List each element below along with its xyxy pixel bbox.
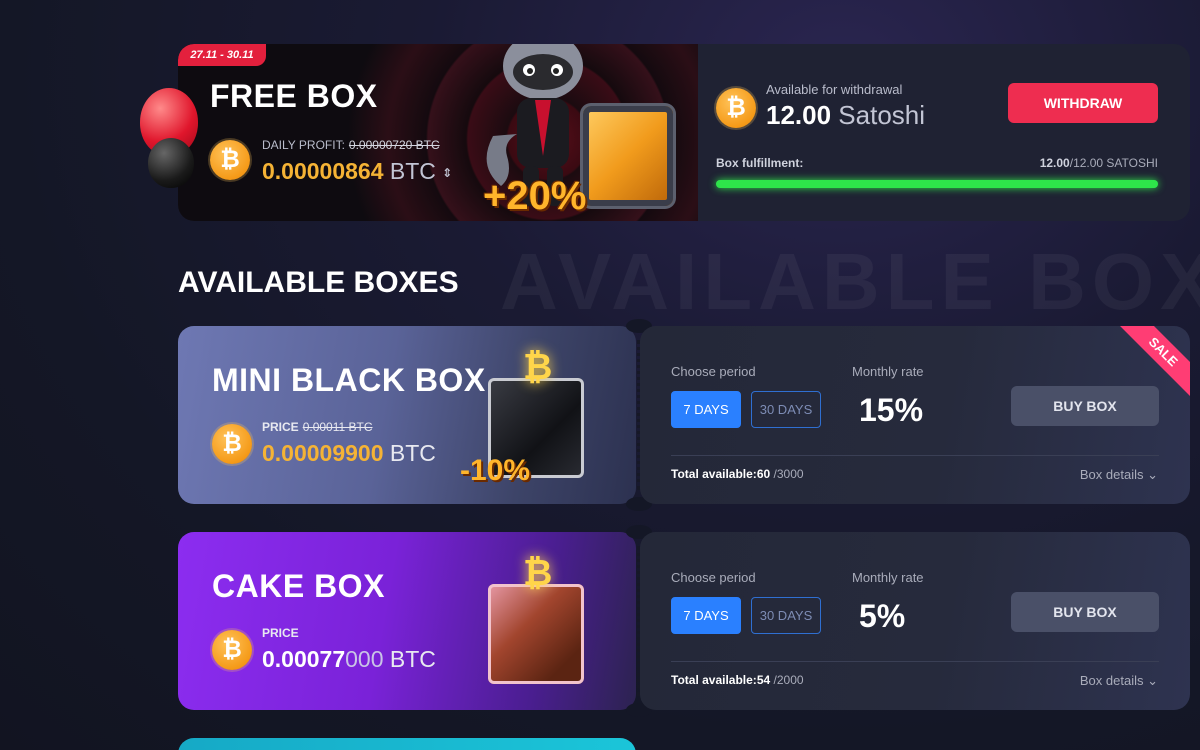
monthly-rate-label: Monthly rate: [852, 570, 924, 585]
total-available-label: Total available:: [671, 673, 757, 687]
box-info: MINI BLACK BOX ₿ PRICE 0.00011 BTC 0.0000…: [178, 326, 636, 504]
monthly-rate-label: Monthly rate: [852, 364, 924, 379]
fulfillment-value: 12.00/12.00 SATOSHI: [1040, 156, 1158, 170]
divider: [671, 661, 1159, 662]
sort-arrows-icon[interactable]: ⇕: [442, 166, 452, 180]
available-unit: Satoshi: [831, 100, 926, 130]
daily-profit-value: 0.00000864 BTC ⇕: [262, 158, 452, 185]
available-label: Available for withdrawal: [766, 82, 903, 97]
cake-gift-box-icon: [488, 584, 584, 684]
box-card-mini-black: MINI BLACK BOX ₿ PRICE 0.00011 BTC 0.0000…: [178, 319, 1190, 511]
price-value: 0.00077000 BTC: [262, 646, 436, 673]
price-label: PRICE: [262, 626, 299, 640]
monthly-rate-value: 15%: [859, 392, 924, 428]
fulfillment-current: 12.00: [1039, 156, 1070, 170]
price-amount: 0.00009900: [262, 440, 384, 466]
bitcoin-icon: ₿: [210, 140, 250, 180]
price-unit: BTC: [383, 440, 436, 466]
choose-period-label: Choose period: [671, 570, 756, 585]
section-watermark: AVAILABLE BOXES: [500, 237, 1200, 326]
price-amount: 0.00077: [262, 646, 346, 672]
bitcoin-glow-icon: ₿: [523, 346, 553, 387]
withdrawal-section: ₿ Available for withdrawal 12.00 Satoshi…: [716, 44, 1190, 221]
free-box-panel: 27.11 - 30.11 FREE BOX ₿ DAILY PROFIT: 0.…: [178, 44, 1190, 221]
price-label: PRICE 0.00011 BTC: [262, 420, 373, 434]
total-available-value: 54: [756, 673, 771, 687]
bitcoin-icon: ₿: [212, 424, 252, 464]
free-box-banner: 27.11 - 30.11 FREE BOX ₿ DAILY PROFIT: 0.…: [178, 44, 698, 221]
daily-profit-text: DAILY PROFIT:: [262, 138, 345, 152]
monthly-rate-value: 5%: [859, 598, 906, 634]
available-amount: 12.00 Satoshi: [766, 100, 925, 131]
period-30-days-button[interactable]: 30 DAYS: [751, 391, 821, 428]
black-balloon-icon: [148, 138, 194, 188]
buy-box-button[interactable]: BUY BOX: [1011, 386, 1159, 426]
treasure-box-icon: [583, 106, 673, 206]
period-30-days-button[interactable]: 30 DAYS: [751, 597, 821, 634]
divider: [671, 455, 1159, 456]
box-details-label: Box details: [1079, 467, 1144, 482]
box-name: MINI BLACK BOX: [212, 362, 486, 398]
price-old: 0.00011 BTC: [302, 420, 373, 434]
price-label-text: PRICE: [262, 420, 299, 434]
price-value: 0.00009900 BTC: [262, 440, 436, 467]
buy-box-button[interactable]: BUY BOX: [1011, 592, 1159, 632]
box-card-cake: CAKE BOX ₿ PRICE 0.00077000 BTC ₿ Choose…: [178, 525, 1190, 717]
price-label-text: PRICE: [262, 626, 299, 640]
total-available-value: 60: [756, 467, 771, 481]
fulfillment-progress-bar: [716, 180, 1158, 188]
box-purchase: Choose period 7 DAYS 30 DAYS Monthly rat…: [640, 532, 1190, 710]
total-available: Total available:60 /3000: [671, 467, 804, 481]
available-number: 12.00: [766, 100, 832, 130]
fulfillment-progress-fill: [716, 180, 1158, 188]
section-title: AVAILABLE BOXES: [178, 266, 459, 299]
price-amount-tail: 000: [345, 646, 384, 672]
bitcoin-icon: ₿: [716, 88, 756, 128]
choose-period-label: Choose period: [671, 364, 756, 379]
chevron-down-icon: ⌄: [1147, 673, 1158, 688]
box-details-label: Box details: [1079, 673, 1144, 688]
period-7-days-button[interactable]: 7 DAYS: [671, 391, 741, 428]
total-available: Total available:54 /2000: [671, 673, 804, 687]
bitcoin-glow-icon: ₿: [523, 552, 553, 593]
total-available-max: /2000: [770, 673, 804, 687]
box-details-link[interactable]: Box details ⌄: [1080, 673, 1158, 689]
box-card-next: [178, 738, 636, 750]
fulfillment-total: /12.00 SATOSHI: [1069, 156, 1158, 170]
fulfillment-label: Box fulfillment:: [716, 156, 804, 170]
bitcoin-icon: ₿: [212, 630, 252, 670]
box-info: CAKE BOX ₿ PRICE 0.00077000 BTC ₿: [178, 532, 636, 710]
withdraw-button[interactable]: WITHDRAW: [1008, 83, 1158, 123]
daily-profit-label: DAILY PROFIT: 0.00000720 BTC: [262, 138, 440, 152]
total-available-max: /3000: [770, 467, 804, 481]
bonus-percent: +20%: [483, 174, 587, 218]
box-purchase: Choose period 7 DAYS 30 DAYS Monthly rat…: [640, 326, 1190, 504]
price-unit: BTC: [383, 646, 436, 672]
date-range-tag: 27.11 - 30.11: [178, 44, 266, 66]
daily-profit-unit: BTC: [383, 158, 436, 184]
box-details-link[interactable]: Box details ⌄: [1080, 467, 1158, 483]
box-name: CAKE BOX: [212, 568, 385, 604]
daily-profit-amount: 0.00000864: [262, 158, 384, 184]
daily-profit-old: 0.00000720 BTC: [348, 138, 440, 152]
chevron-down-icon: ⌄: [1147, 467, 1158, 482]
period-7-days-button[interactable]: 7 DAYS: [671, 597, 741, 634]
free-box-title: FREE BOX: [210, 78, 378, 114]
discount-tag: -10%: [460, 454, 531, 487]
total-available-label: Total available:: [671, 467, 757, 481]
